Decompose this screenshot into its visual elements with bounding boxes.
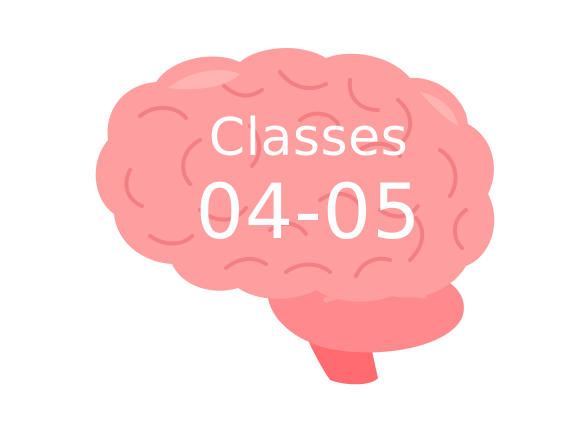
title-line-2: 04-05 [195, 167, 422, 256]
title-line-1: Classes [208, 108, 409, 168]
slide-canvas: Classes 04-05 [0, 0, 577, 433]
